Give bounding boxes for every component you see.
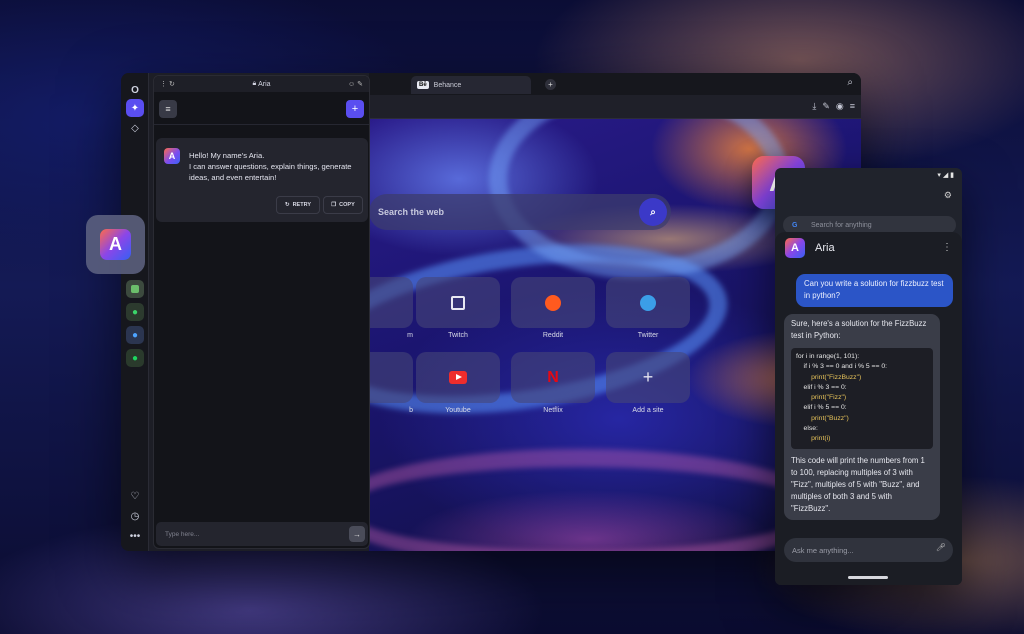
pin-icon[interactable]: ☺ ✎ — [348, 80, 363, 88]
ask-placeholder: Ask me anything... — [792, 545, 854, 555]
new-chat-button[interactable]: + — [346, 100, 364, 118]
copy-button[interactable]: ❐ COPY — [323, 196, 363, 214]
tile-label-partial: b — [409, 407, 413, 414]
download-icon[interactable]: ⤓ — [812, 101, 816, 112]
aria-message-text: I can answer questions, explain things, … — [189, 162, 352, 182]
retry-icon: ↻ — [284, 202, 290, 208]
youtube-icon — [449, 371, 467, 384]
reply-intro: Sure, here's a solution for the FizzBuzz… — [791, 319, 927, 340]
retry-label: RETRY — [292, 202, 312, 208]
whatsapp-icon[interactable]: ● — [126, 303, 144, 321]
aria-floating-tile[interactable]: A — [86, 215, 145, 274]
aria-logo-icon: A — [100, 229, 131, 260]
aria-icon[interactable]: ✦ — [126, 99, 144, 117]
tile-label-add-site: Add a site — [632, 407, 664, 414]
spotify-icon[interactable]: ● — [126, 349, 144, 367]
tile-label-reddit: Reddit — [542, 332, 564, 339]
tab-label: Behance — [433, 81, 462, 89]
ask-input[interactable]: Ask me anything... 🎤︎ — [784, 538, 953, 562]
aria-avatar-icon: A — [164, 148, 180, 164]
code-line: elif i % 3 == 0: — [796, 383, 847, 391]
settings-sliders-icon[interactable]: ≡ — [850, 101, 855, 112]
code-line: print(i) — [796, 435, 831, 443]
more-vert-icon[interactable]: ⋮ — [942, 242, 952, 253]
tab-bar: Bē Behance + ⌕ — [369, 73, 861, 95]
retry-button[interactable]: ↻ RETRY — [276, 196, 320, 214]
status-bar: ▾ ◢ ▮ — [775, 168, 962, 182]
sidebar-rail: O ✦ ◇ ● ● ● ♡ ◷ ••• — [121, 73, 149, 551]
twitter-icon — [640, 294, 656, 311]
tile-label-netflix: Netflix — [543, 407, 563, 414]
code-block: for i in range(1, 101): if i % 3 == 0 an… — [791, 348, 933, 449]
web-search-placeholder: Search the web — [378, 207, 445, 217]
diamond-icon[interactable]: ◇ — [126, 119, 144, 137]
code-line: print("FizzBuzz") — [796, 373, 862, 381]
hamburger-menu-button[interactable]: ≡ — [159, 100, 177, 118]
reply-outro: This code will print the numbers from 1 … — [791, 455, 925, 513]
new-tab-button[interactable]: + — [545, 79, 556, 90]
google-search-placeholder: Search for anything — [811, 221, 872, 229]
user-message-bubble: Can you write a solution for fizzbuzz te… — [796, 274, 953, 307]
speed-dial-youtube[interactable] — [416, 352, 500, 403]
status-icons: ▾ ◢ ▮ — [937, 172, 954, 179]
aria-input-placeholder: Type here... — [165, 530, 200, 538]
web-search-input[interactable]: Search the web ⌕ — [369, 194, 671, 230]
code-line: if i % 3 == 0 and i % 5 == 0: — [796, 363, 888, 371]
wallpaper-swirl — [369, 449, 829, 551]
home-indicator — [848, 576, 888, 579]
copy-icon: ❐ — [331, 202, 337, 208]
speed-dial-reddit[interactable] — [511, 277, 595, 328]
messenger-icon[interactable]: ● — [126, 326, 144, 344]
web-search-button[interactable]: ⌕ — [639, 198, 667, 226]
chat-title: Aria — [815, 242, 835, 254]
opera-logo-icon[interactable]: O — [126, 81, 144, 99]
copy-label: COPY — [339, 202, 355, 208]
google-icon: G — [792, 221, 798, 229]
heart-icon[interactable]: ♡ — [126, 487, 144, 505]
more-icon[interactable]: ••• — [126, 527, 144, 545]
speed-dial-twitter[interactable] — [606, 277, 690, 328]
aria-reply-bubble: Sure, here's a solution for the FizzBuzz… — [784, 314, 940, 520]
clock-icon[interactable]: ◷ — [126, 507, 144, 525]
search-icon[interactable]: ⌕ — [847, 77, 853, 88]
edit-icon[interactable]: ✎ — [822, 101, 830, 112]
code-line: elif i % 5 == 0: — [796, 404, 847, 412]
panel-address-bar: ⋮ ↻ 🔒︎ Aria ☺ ✎ — [154, 76, 369, 92]
aria-greeting: Hello! My name's Aria. — [189, 151, 265, 160]
speed-dial-tile-partial[interactable] — [369, 277, 413, 328]
camera-icon[interactable]: ◉ — [836, 101, 844, 112]
plus-icon: + — [642, 367, 654, 387]
mic-icon[interactable]: 🎤︎ — [936, 543, 946, 552]
netflix-icon: N — [547, 368, 559, 386]
address-bar: ⤓ ✎ ◉ ≡ — [369, 95, 861, 119]
code-line: for i in range(1, 101): — [796, 353, 860, 360]
panel-menu-icon[interactable]: ⋮ ↻ — [160, 80, 175, 88]
tile-label-twitter: Twitter — [637, 332, 659, 339]
behance-icon: Bē — [417, 81, 429, 89]
aria-panel: ⋮ ↻ 🔒︎ Aria ☺ ✎ ≡ + A Hello! My name's A… — [153, 75, 370, 549]
panel-icon[interactable] — [126, 280, 144, 298]
code-line: print("Buzz") — [796, 414, 849, 422]
speed-dial-netflix[interactable]: N — [511, 352, 595, 403]
aria-avatar-icon: A — [785, 238, 805, 258]
speed-dial-add-site[interactable]: + — [606, 352, 690, 403]
speed-dial-twitch[interactable] — [416, 277, 500, 328]
panel-toolbar: ≡ + — [154, 92, 369, 125]
code-line: else: — [796, 425, 818, 433]
aria-chat-sheet: A Aria ⋮ Can you write a solution for fi… — [775, 232, 962, 585]
tile-label-twitch: Twitch — [448, 332, 468, 339]
reddit-icon — [545, 294, 561, 311]
settings-sliders-icon[interactable]: ⚙ — [944, 190, 952, 201]
tab-behance[interactable]: Bē Behance — [411, 76, 531, 94]
speed-dial-tile-partial[interactable] — [369, 352, 413, 403]
tile-label-youtube: Youtube — [445, 407, 471, 414]
aria-chat-input[interactable]: Type here... → — [156, 522, 368, 546]
send-button[interactable]: → — [349, 526, 365, 542]
tile-label-partial: m — [407, 332, 413, 339]
phone-screen: ▾ ◢ ▮ ⚙ G Search for anything A Aria ⋮ C… — [775, 168, 962, 585]
twitch-icon — [451, 295, 465, 310]
code-line: print("Fizz") — [796, 394, 847, 402]
panel-title: Aria — [258, 80, 271, 88]
aria-message: A Hello! My name's Aria. I can answer qu… — [156, 138, 368, 222]
